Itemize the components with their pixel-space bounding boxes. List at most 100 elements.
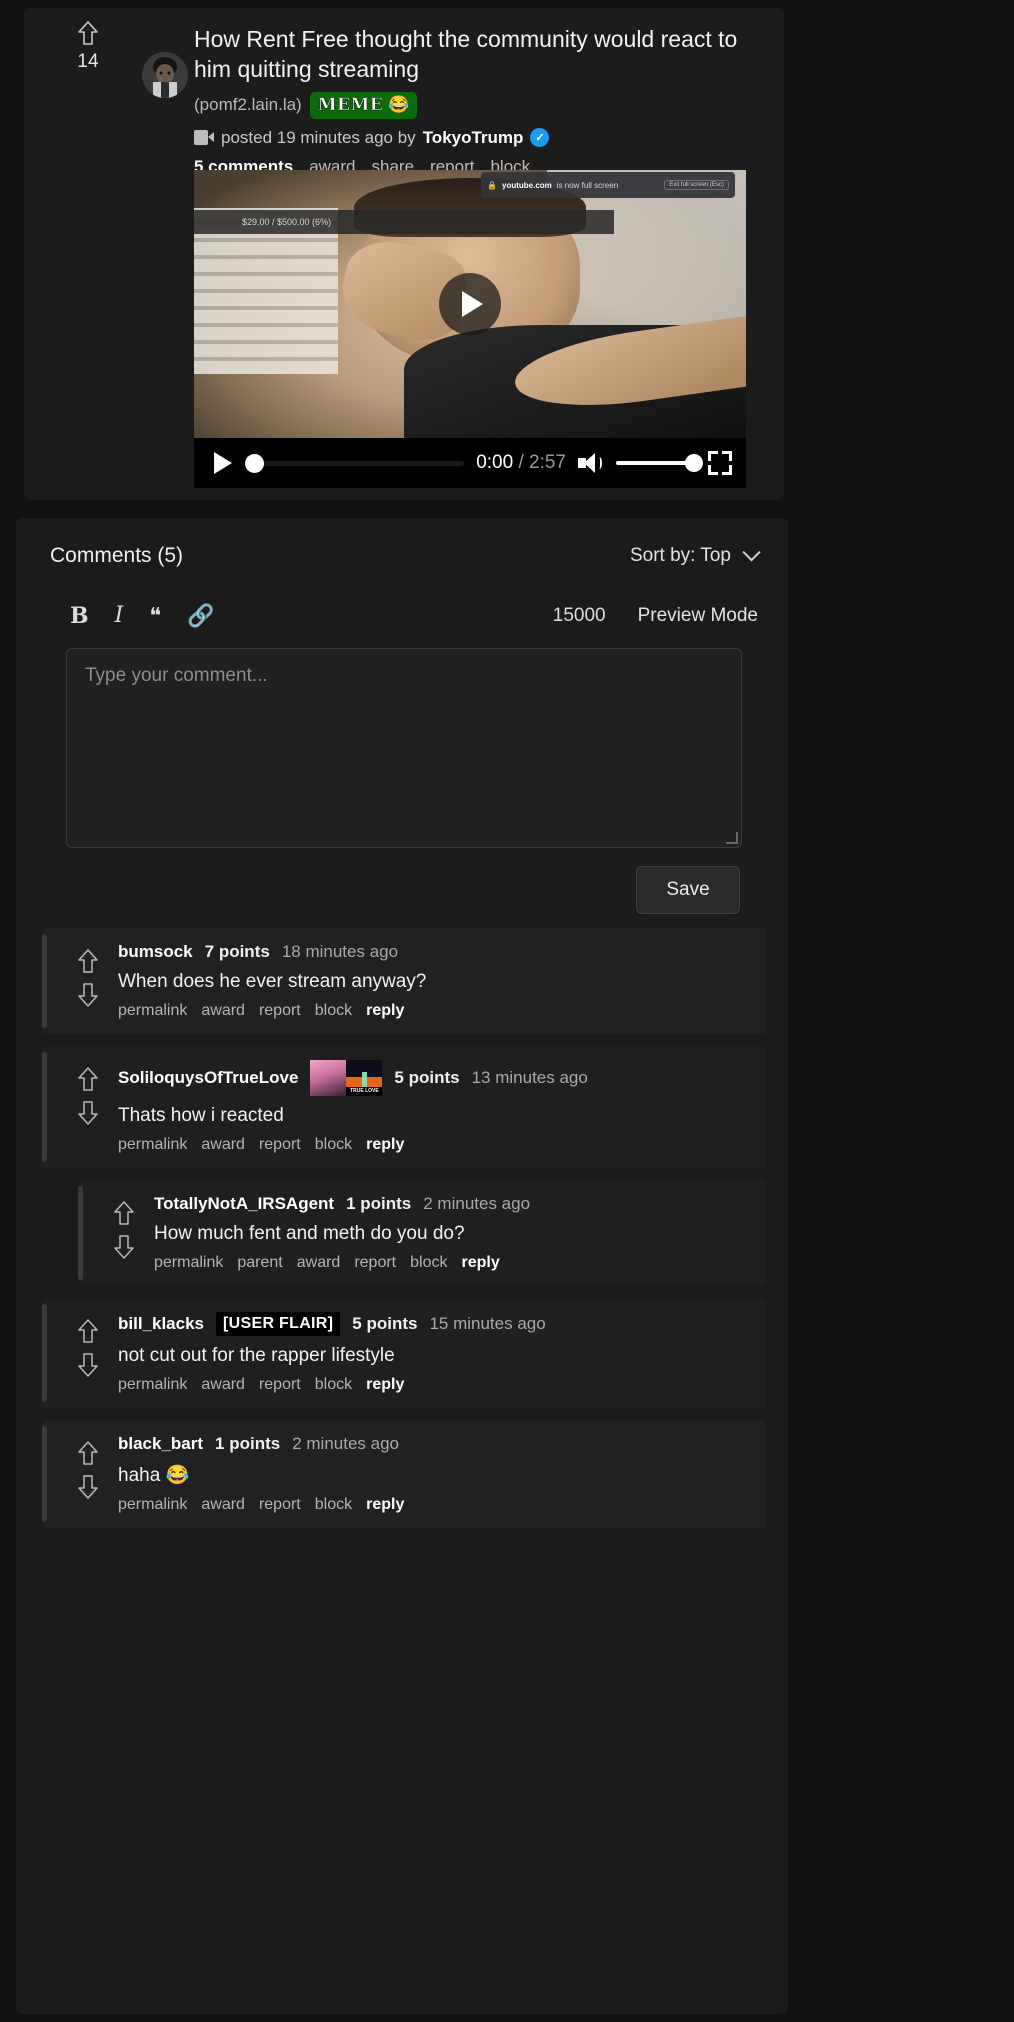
volume-slider[interactable] [616,454,703,472]
comment-permalink-link[interactable]: permalink [118,1376,187,1394]
laughing-emoji-icon: 😂 [388,94,410,114]
comment-points: 5 points [352,1314,418,1333]
comment-vote-column [72,1066,104,1134]
seek-handle[interactable] [245,453,264,473]
post-source-domain[interactable]: (pomf2.lain.la) [194,95,302,115]
comment-input[interactable]: Type your comment... [66,648,742,848]
post-vote-column: 14 [60,20,116,73]
user-badge-images[interactable]: TRUE LOVE VHS [310,1060,383,1096]
comment-author[interactable]: bumsock [118,942,193,962]
post-title[interactable]: How Rent Free thought the community woul… [194,24,764,85]
verified-badge-icon: ✓ [530,128,550,148]
italic-icon[interactable]: I [115,605,124,627]
comment-award-link[interactable]: award [297,1254,341,1272]
donation-amount: $29.00 / $500.00 (6%) [242,217,332,227]
video-player[interactable]: $29.00 / $500.00 (6%) 🔒 youtube.com is n… [194,170,746,488]
comment-permalink-link[interactable]: permalink [154,1254,223,1272]
comment-body: not cut out for the rapper lifestyle [118,1345,395,1366]
comment-body: How much fent and meth do you do? [154,1223,465,1244]
volume-icon[interactable] [578,452,604,474]
comment-upvote-icon[interactable] [72,1066,104,1092]
comment-header: black_bart 1 points 2 minutes ago [118,1434,750,1454]
comment-report-link[interactable]: report [259,1002,301,1020]
resize-handle[interactable] [726,832,738,844]
fullscreen-icon[interactable] [708,451,732,475]
thread-line [42,1304,47,1402]
character-limit: 15000 [552,605,606,626]
comment-reply-link[interactable]: reply [366,1002,404,1020]
comment-reply-link[interactable]: reply [366,1136,404,1154]
comment-reply-link[interactable]: reply [461,1254,499,1272]
save-button[interactable]: Save [636,866,740,914]
post-score: 14 [77,51,99,72]
play-triangle-icon [462,291,483,317]
post-author-name[interactable]: TokyoTrump [423,128,524,148]
comment-permalink-link[interactable]: permalink [118,1496,187,1514]
comment-block-link[interactable]: block [315,1136,352,1154]
bold-icon[interactable]: B [70,605,89,627]
comment-permalink-link[interactable]: permalink [118,1136,187,1154]
link-icon[interactable]: 🔗 [187,605,214,627]
comment-action-bar: permalink parent award report block reply [154,1254,750,1272]
thread-line [42,1426,47,1522]
comment-vote-column [72,1318,104,1386]
comment-downvote-icon[interactable] [72,982,104,1008]
comment-item: TotallyNotA_IRSAgent 1 points 2 minutes ag… [78,1180,766,1286]
play-overlay-button[interactable] [439,273,501,335]
comment-block-link[interactable]: block [315,1496,352,1514]
preview-mode-toggle[interactable]: Preview Mode [638,605,758,627]
comment-author[interactable]: SoliloquysOfTrueLove [118,1068,298,1088]
comment-placeholder: Type your comment... [85,665,268,686]
comment-reply-link[interactable]: reply [366,1376,404,1394]
comment-item: bill_klacks [USER FLAIR] 5 points 15 minute… [42,1298,766,1408]
comment-timestamp: 15 minutes ago [429,1314,546,1333]
comment-downvote-icon[interactable] [72,1474,104,1500]
time-display: 0:00 / 2:57 [476,452,566,474]
thread-line [42,1052,47,1162]
exit-fullscreen-button[interactable]: Exit full screen (Esc) [664,180,729,190]
comment-report-link[interactable]: report [259,1376,301,1394]
comment-permalink-link[interactable]: permalink [118,1002,187,1020]
comment-downvote-icon[interactable] [72,1100,104,1126]
sort-by-dropdown[interactable]: Sort by: Top [629,542,761,567]
comment-award-link[interactable]: award [201,1136,245,1154]
comment-downvote-icon[interactable] [72,1352,104,1378]
seek-slider[interactable] [245,453,465,473]
comment-block-link[interactable]: block [410,1254,447,1272]
comment-block-link[interactable]: block [315,1002,352,1020]
comment-item: black_bart 1 points 2 minutes ago haha 😂 per… [42,1420,766,1528]
comment-report-link[interactable]: report [354,1254,396,1272]
comment-header: bill_klacks [USER FLAIR] 5 points 15 minute… [118,1312,750,1336]
comment-block-link[interactable]: block [315,1376,352,1394]
comment-author[interactable]: black_bart [118,1434,203,1454]
comment-points: 7 points [204,942,270,961]
comment-report-link[interactable]: report [259,1496,301,1514]
comment-upvote-icon[interactable] [72,948,104,974]
comment-author[interactable]: bill_klacks [118,1314,204,1334]
comment-upvote-icon[interactable] [72,1440,104,1466]
comment-reply-link[interactable]: reply [366,1496,404,1514]
comment-author[interactable]: TotallyNotA_IRSAgent [154,1194,334,1214]
comment-upvote-icon[interactable] [72,1318,104,1344]
comment-downvote-icon[interactable] [108,1234,140,1260]
comment-upvote-icon[interactable] [108,1200,140,1226]
post-author-avatar[interactable] [142,52,188,98]
sort-by-label: Sort by: Top [629,545,731,566]
play-button[interactable] [214,452,232,474]
quote-icon[interactable]: ❝ [149,605,161,627]
video-controls-bar: 0:00 / 2:57 [194,438,746,488]
current-time: 0:00 [476,452,514,473]
video-camera-icon [194,130,214,146]
comment-award-link[interactable]: award [201,1002,245,1020]
chevron-down-icon [742,542,761,561]
volume-handle[interactable] [685,454,703,472]
comment-parent-link[interactable]: parent [237,1254,282,1272]
post-flair-meme[interactable]: MEME 😂 [309,91,418,119]
comment-action-bar: permalink award report block reply [118,1002,750,1020]
upvote-icon[interactable] [77,20,99,46]
comment-header: SoliloquysOfTrueLove TRUE LOVE VHS 5 point… [118,1060,750,1096]
comment-award-link[interactable]: award [201,1496,245,1514]
comment-report-link[interactable]: report [259,1136,301,1154]
fullscreen-toast: 🔒 youtube.com is now full screen Exit fu… [481,172,735,198]
comment-award-link[interactable]: award [201,1376,245,1394]
